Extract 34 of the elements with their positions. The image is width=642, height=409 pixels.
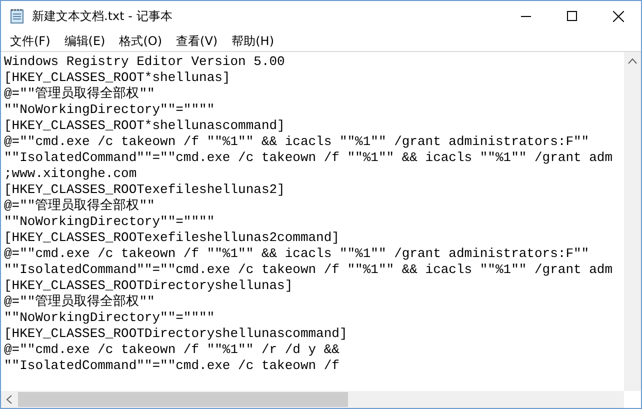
text-line: @=""cmd.exe /c takeown /f ""%1"" /r /d y &&: [4, 342, 340, 358]
text-line: [HKEY_CLASSES_ROOT*shellunas]: [4, 70, 232, 86]
vertical-scrollbar[interactable]: [624, 52, 641, 391]
text-line: ""IsolatedCommand""=""cmd.exe /c takeown /f ""%1"" && icacls ""%1"" /grant adm: [4, 150, 614, 166]
text-line: ""NoWorkingDirectory""="""": [4, 214, 216, 230]
text-line: [HKEY_CLASSES_ROOTDirectoryshellunascommand]: [4, 326, 348, 342]
text-line: ""NoWorkingDirectory""="""": [4, 102, 216, 118]
text-line: @=""管理员取得全部权"": [4, 86, 156, 102]
text-line: @=""管理员取得全部权"": [4, 198, 156, 214]
text-line: ""IsolatedCommand""=""cmd.exe /c takeown /f ""%1"" && icacls ""%1"" /grant adm: [4, 262, 614, 278]
maximize-icon: [567, 11, 577, 21]
text-line: @=""管理员取得全部权"": [4, 294, 156, 310]
menu-item[interactable]: 帮助(H): [224, 32, 281, 50]
text-line: [HKEY_CLASSES_ROOTexefileshellunas2command]: [4, 230, 340, 246]
notepad-icon: [9, 8, 25, 24]
text-line: Windows Registry Editor Version 5.00: [4, 54, 286, 70]
menu-item[interactable]: 格式(O): [112, 32, 170, 50]
scrollbar-thumb[interactable]: [18, 392, 348, 407]
menu-item[interactable]: 文件(F): [3, 32, 58, 50]
horizontal-scrollbar[interactable]: [1, 391, 624, 408]
close-icon: [612, 10, 624, 22]
text-line: ""NoWorkingDirectory""="""": [4, 310, 216, 326]
scroll-up-icon[interactable]: [628, 58, 637, 64]
text-line: [HKEY_CLASSES_ROOT*shellunascommand]: [4, 118, 286, 134]
text-line: ""IsolatedCommand""=""cmd.exe /c takeown /f: [4, 358, 340, 374]
menu-item[interactable]: 查看(V): [169, 32, 225, 50]
text-line: @=""cmd.exe /c takeown /f ""%1"" && icacls ""%1"" /grant administrators:F"": [4, 246, 590, 262]
text-line: [HKEY_CLASSES_ROOTexefileshellunas2]: [4, 182, 286, 198]
window-title: 新建文本文档.txt - 记事本: [32, 8, 172, 24]
menu-item[interactable]: 编辑(E): [57, 32, 112, 50]
scroll-left-icon[interactable]: [6, 395, 12, 404]
text-line: @=""cmd.exe /c takeown /f ""%1"" && icacls ""%1"" /grant administrators:F"": [4, 134, 590, 150]
text-line: [HKEY_CLASSES_ROOTDirectoryshellunas]: [4, 278, 294, 294]
text-line: ;www.xitonghe.com: [4, 166, 138, 182]
